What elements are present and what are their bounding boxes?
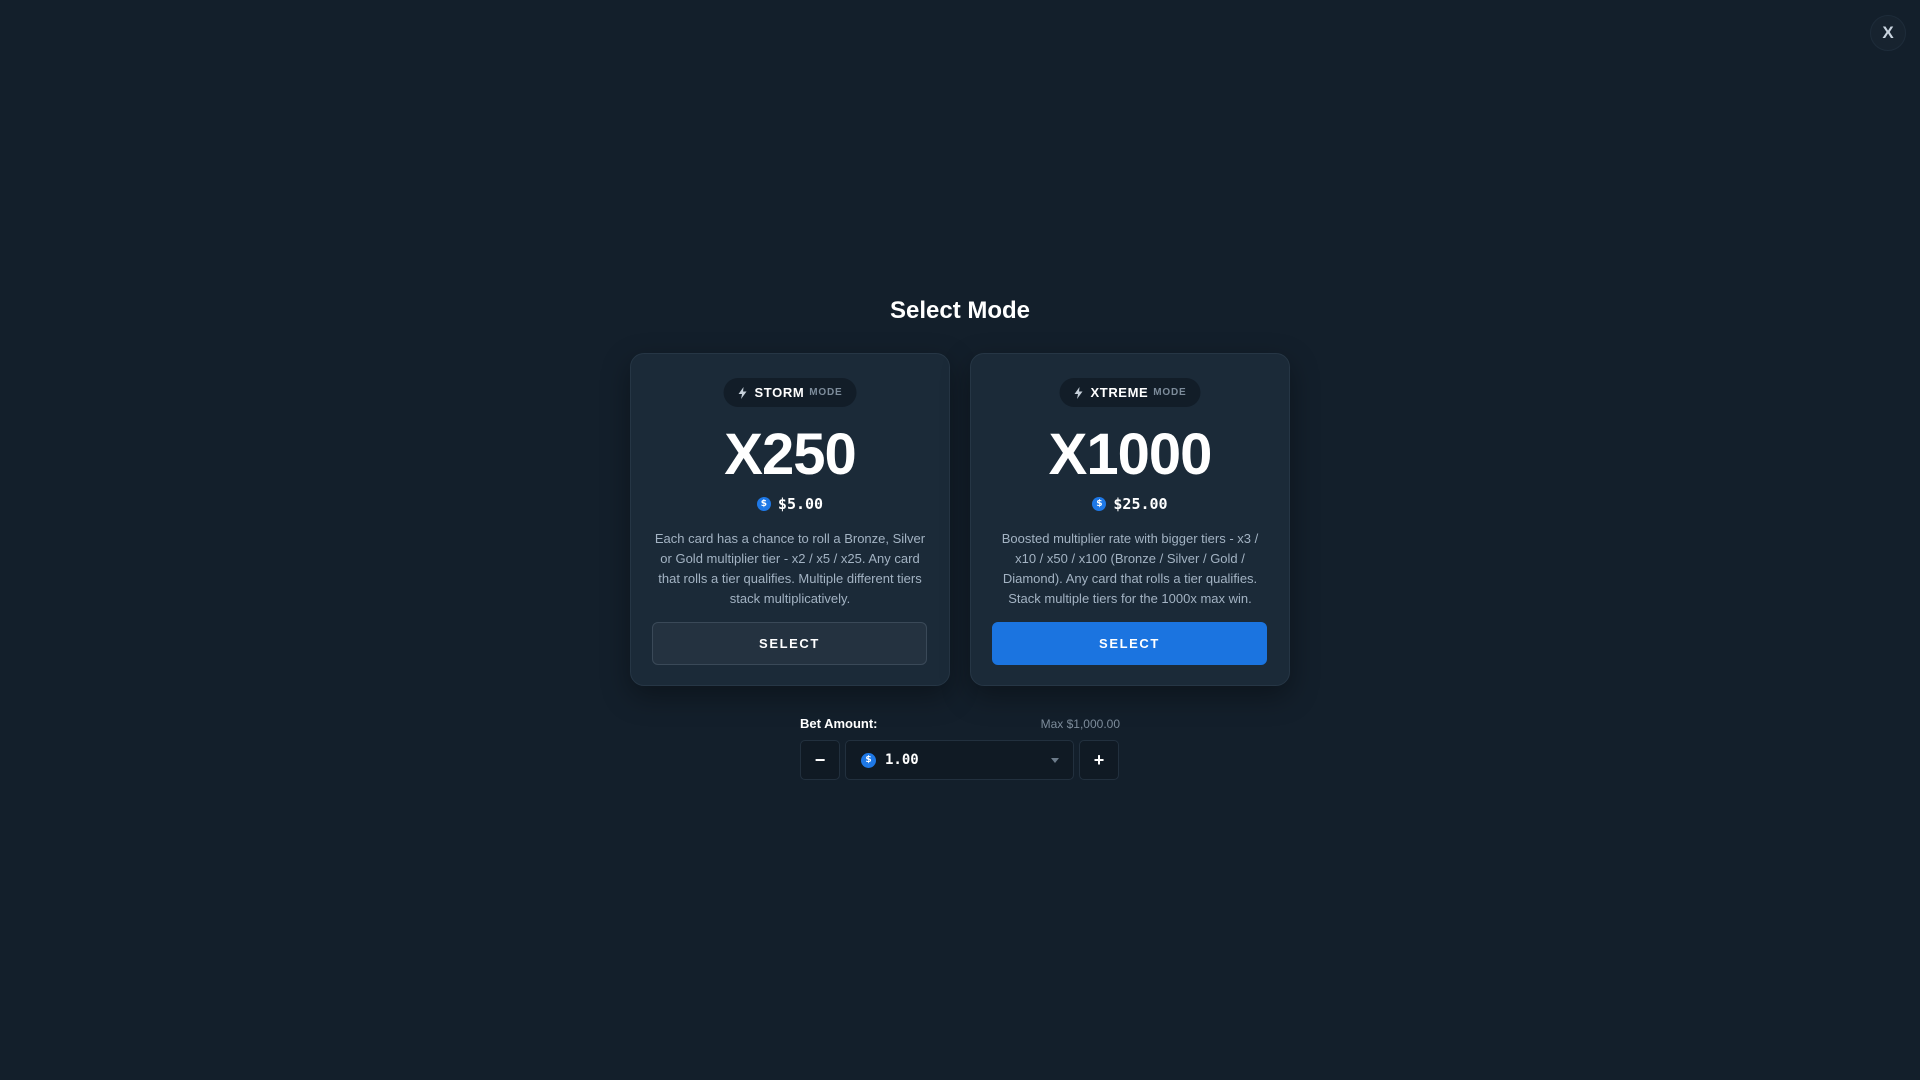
increase-bet-button[interactable]: + [1079,740,1119,780]
price-value: $25.00 [1113,495,1168,513]
page-title: Select Mode [889,297,1031,324]
max-multiplier: X1000 [1048,422,1213,487]
price-value: $5.00 [777,495,824,513]
mode-badge: STORM MODE [723,378,857,407]
mode-card-storm: STORM MODE X250 $ $5.00 Each card has a … [630,353,950,686]
coin-icon: $ [1092,497,1107,511]
select-xtreme-button[interactable]: SELECT [992,622,1267,665]
mode-name: STORM [754,385,805,400]
coin-icon: $ [861,752,876,768]
mode-name: XTREME [1090,385,1149,400]
mode-suffix: MODE [809,387,843,398]
mode-card-xtreme: XTREME MODE X1000 $ $25.00 Boosted multi… [970,353,1290,686]
max-multiplier: X250 [724,422,856,487]
lightning-icon [1074,386,1083,399]
mode-price: $ $5.00 [631,495,949,513]
close-button[interactable]: X [1870,15,1906,51]
bet-max-label: Max $1,000.00 [1040,717,1120,731]
mode-description: Each card has a chance to roll a Bronze,… [654,531,926,606]
lightning-icon [738,386,747,399]
mode-description: Boosted multiplier rate with bigger tier… [1001,531,1259,606]
chevron-down-icon[interactable] [1051,758,1059,763]
mode-badge: XTREME MODE [1059,378,1201,407]
bet-value: 1.00 [885,752,919,768]
select-storm-button[interactable]: SELECT [652,622,927,665]
coin-icon: $ [756,497,771,511]
bet-amount-label: Bet Amount: [800,716,878,731]
decrease-bet-button[interactable]: − [800,740,840,780]
bet-amount-input[interactable]: $ 1.00 [845,740,1074,780]
mode-suffix: MODE [1153,387,1187,398]
mode-price: $ $25.00 [971,495,1289,513]
